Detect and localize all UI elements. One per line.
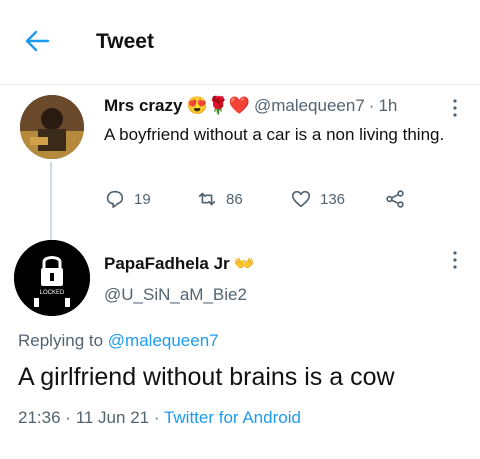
reply-icon	[106, 190, 124, 209]
svg-text:LOCKED: LOCKED	[40, 290, 65, 296]
reply-count: 19	[134, 190, 151, 208]
tweet-time[interactable]: 1h	[378, 96, 397, 116]
name-emojis: 😍🌹❤️	[186, 96, 250, 115]
author-handle[interactable]: @malequeen7	[254, 96, 365, 116]
reply-button[interactable]: 19	[104, 188, 151, 210]
tweet-header: Mrs crazy 😍🌹❤️ @malequeen7 · 1h	[104, 96, 397, 116]
separator-dot: ·	[368, 96, 375, 115]
author-name[interactable]: PapaFadhela Jr	[104, 254, 230, 274]
share-icon	[386, 190, 404, 208]
separator-dot: ·	[153, 408, 160, 427]
name-emoji: 👐	[233, 254, 255, 273]
like-count: 136	[320, 190, 346, 208]
page-title: Tweet	[96, 30, 154, 53]
more-icon[interactable]	[448, 98, 462, 118]
tweet-meta: 21:36 · 11 Jun 21 · Twitter for Android	[18, 408, 301, 428]
retweet-count: 86	[226, 190, 243, 208]
replying-to-label: Replying to	[18, 331, 104, 350]
tweet-date[interactable]: 11 Jun 21	[76, 408, 149, 427]
divider	[0, 84, 480, 85]
tweet-text: A boyfriend without a car is a non livin…	[104, 125, 445, 144]
tweet-time[interactable]: 21:36	[18, 408, 61, 427]
like-button[interactable]: 136	[290, 188, 345, 210]
tweet-header: PapaFadhela Jr 👐	[104, 254, 255, 274]
retweet-button[interactable]: 86	[196, 188, 243, 210]
retweet-icon	[198, 192, 216, 206]
avatar[interactable]	[20, 95, 84, 159]
thread-line	[50, 162, 52, 242]
author-handle[interactable]: @U_SiN_aM_Bie2	[104, 285, 247, 305]
replying-to-link[interactable]: @malequeen7	[108, 331, 219, 350]
tweet-source[interactable]: Twitter for Android	[164, 408, 301, 427]
author-name[interactable]: Mrs crazy	[104, 96, 182, 116]
more-icon[interactable]	[448, 250, 462, 270]
replying-to: Replying to @malequeen7	[18, 331, 219, 351]
tweet-text: A girlfriend without brains is a cow	[18, 363, 395, 391]
back-arrow-icon[interactable]	[20, 26, 54, 56]
separator-dot: ·	[65, 408, 71, 427]
share-button[interactable]	[384, 188, 406, 210]
top-bar: Tweet	[0, 0, 480, 84]
like-icon	[291, 190, 311, 208]
avatar[interactable]: LOCKED	[14, 240, 90, 316]
